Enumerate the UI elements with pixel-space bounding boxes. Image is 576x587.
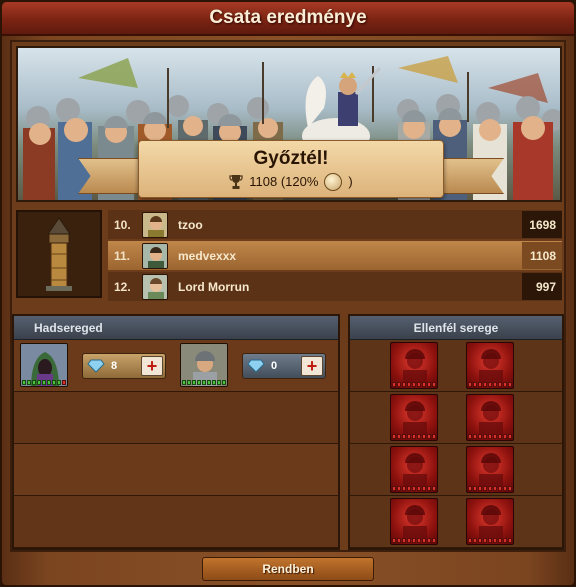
victory-text: Győztél!	[253, 147, 329, 169]
diamond-icon	[247, 359, 265, 373]
health-bar	[392, 538, 436, 543]
ranking-row[interactable]: 12. Lord Morrun 997	[108, 272, 562, 301]
army-row: 8 + 0 +	[14, 340, 338, 392]
enemy-army-title: Ellenfél serege	[350, 316, 562, 340]
defeated-soldier-icon[interactable]	[390, 498, 438, 545]
diamond-icon	[87, 359, 105, 373]
attack-boost-slot[interactable]: 8 +	[82, 353, 166, 379]
trophy-icon	[229, 174, 243, 189]
tower-image	[16, 210, 102, 298]
defense-boost-slot[interactable]: 0 +	[242, 353, 326, 379]
rank-number: 10.	[114, 217, 131, 232]
player-name: medvexxx	[178, 248, 237, 263]
add-boost-button[interactable]: +	[141, 356, 163, 376]
boost-value: 8	[111, 360, 118, 372]
ranking-row[interactable]: 10. tzoo 1698	[108, 210, 562, 239]
tower-icon	[46, 217, 72, 291]
ok-button[interactable]: Rendben	[202, 557, 374, 581]
defeated-soldier-icon[interactable]	[466, 498, 514, 545]
result-ribbon: Győztél! 1108 (120% )	[138, 140, 444, 198]
boost-value: 0	[271, 360, 278, 372]
health-bar	[182, 380, 226, 385]
window-title: Csata eredménye	[209, 7, 367, 28]
enemy-unit-grid	[350, 340, 562, 548]
avatar	[142, 242, 168, 269]
hooded-rogue-unit-icon[interactable]	[20, 343, 68, 387]
defeated-soldier-icon[interactable]	[466, 342, 514, 389]
health-bar	[468, 382, 512, 387]
player-score: 1108	[522, 242, 562, 269]
defeated-soldier-icon[interactable]	[466, 394, 514, 441]
health-bar	[468, 538, 512, 543]
health-bar	[22, 380, 66, 385]
armored-soldier-unit-icon[interactable]	[180, 343, 228, 387]
add-boost-button[interactable]: +	[301, 356, 323, 376]
health-bar	[392, 382, 436, 387]
player-name: tzoo	[178, 217, 203, 232]
avatar	[142, 211, 168, 238]
score-suffix: )	[348, 174, 353, 189]
player-score: 1698	[522, 211, 562, 238]
health-bar	[468, 486, 512, 491]
defeated-soldier-icon[interactable]	[390, 342, 438, 389]
player-name: Lord Morrun	[178, 279, 250, 294]
rank-number: 12.	[114, 279, 131, 294]
defeated-soldier-icon[interactable]	[390, 394, 438, 441]
enemy-row	[350, 392, 562, 444]
health-bar	[468, 434, 512, 439]
defeated-soldier-icon[interactable]	[466, 446, 514, 493]
army-row-empty	[14, 496, 338, 548]
defeated-soldier-icon[interactable]	[390, 446, 438, 493]
ranking-list: 10. tzoo 1698 11. medvexxx 1108 12. Lord…	[108, 210, 562, 303]
score-line: 1108 (120% )	[229, 172, 353, 191]
own-army-panel: Hadsereged 8 + 0 +	[12, 314, 340, 550]
enemy-row	[350, 496, 562, 548]
ranking-row-current[interactable]: 11. medvexxx 1108	[108, 241, 562, 270]
title-bar: Csata eredménye	[2, 2, 574, 36]
happiness-icon	[324, 172, 343, 191]
avatar	[142, 273, 168, 300]
own-army-title: Hadsereged	[14, 316, 338, 340]
battle-result-window: Csata eredménye Győztél! 1108 (120%) 10…	[0, 0, 576, 587]
enemy-row	[350, 444, 562, 496]
army-row-empty	[14, 444, 338, 496]
rank-number: 11.	[114, 248, 131, 263]
health-bar	[392, 434, 436, 439]
enemy-row	[350, 340, 562, 392]
army-row-empty	[14, 392, 338, 444]
player-score: 997	[522, 273, 562, 300]
health-bar	[392, 486, 436, 491]
score-value: 1108 (120%	[249, 174, 319, 189]
enemy-army-panel: Ellenfél serege	[348, 314, 564, 550]
content-area: Győztél! 1108 (120% ) 10. tzoo 1698 11. …	[10, 40, 566, 552]
victory-banner: Győztél! 1108 (120% )	[16, 46, 562, 202]
